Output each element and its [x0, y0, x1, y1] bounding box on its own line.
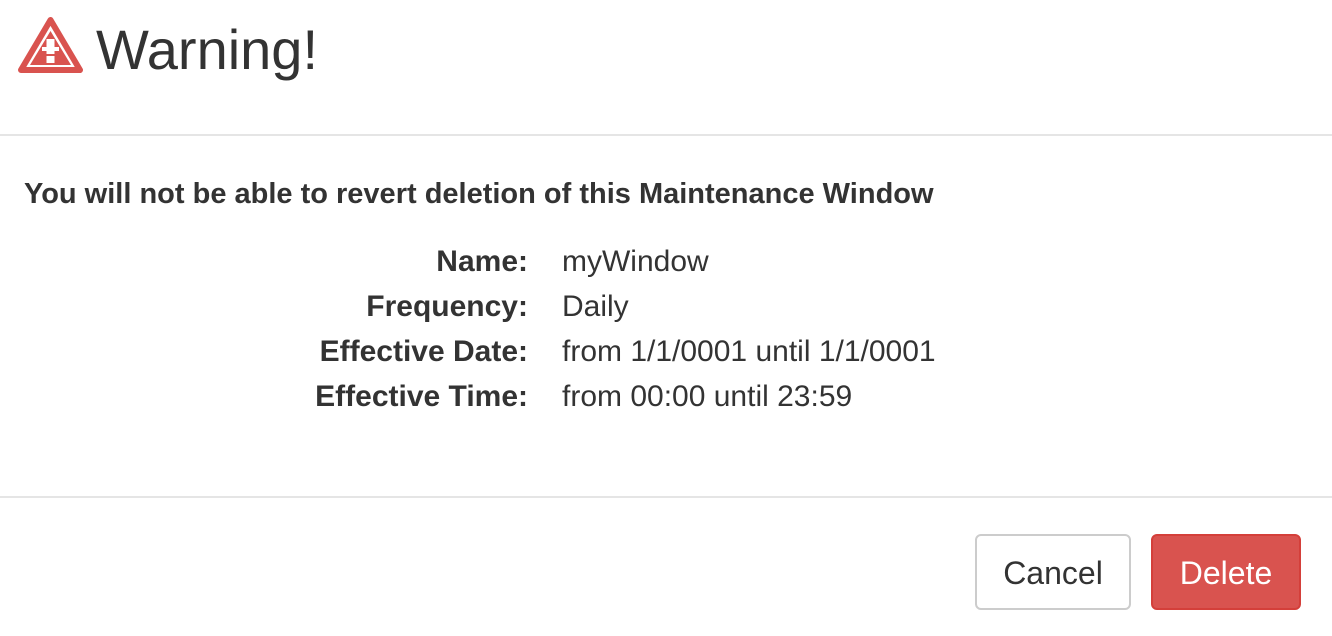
delete-button[interactable]: Delete: [1151, 534, 1301, 610]
dialog-footer: Cancel Delete: [0, 498, 1332, 636]
cancel-button[interactable]: Cancel: [975, 534, 1131, 610]
dialog-body: You will not be able to revert deletion …: [0, 136, 1332, 498]
dialog-header: Warning!: [0, 0, 1332, 136]
detail-label: Name:: [436, 245, 528, 278]
warning-message: You will not be able to revert deletion …: [24, 178, 934, 210]
detail-row-effective-date: Effective Date: from 1/1/0001 until 1/1/…: [0, 329, 1332, 374]
detail-value: from 1/1/0001 until 1/1/0001: [562, 335, 936, 368]
dialog-title: Warning!: [96, 18, 319, 81]
detail-value: from 00:00 until 23:59: [562, 380, 853, 413]
detail-value: myWindow: [562, 245, 709, 278]
detail-row-name: Name: myWindow: [0, 239, 1332, 284]
detail-row-effective-time: Effective Time: from 00:00 until 23:59: [0, 374, 1332, 419]
detail-label: Effective Time:: [315, 380, 528, 413]
detail-label: Frequency:: [366, 290, 528, 323]
detail-row-frequency: Frequency: Daily: [0, 284, 1332, 329]
detail-label: Effective Date:: [319, 335, 528, 368]
warning-triangle-icon: [18, 17, 83, 73]
delete-confirmation-dialog: Warning! You will not be able to revert …: [0, 0, 1332, 636]
detail-value: Daily: [562, 290, 629, 323]
